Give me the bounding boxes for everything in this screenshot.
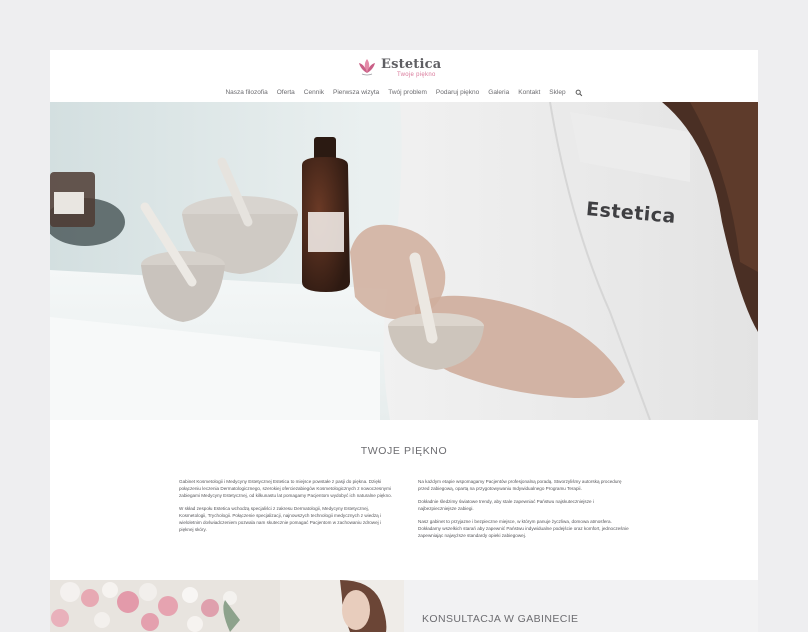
hero-image: Estetica <box>50 102 758 420</box>
paragraph: Na każdym etapie wspomagamy Pacjentów pr… <box>418 479 622 491</box>
page: Estetica Twoje piękno Nasza filozofia Of… <box>50 50 758 632</box>
nav-item-cennik[interactable]: Cennik <box>304 87 324 99</box>
nav-item-oferta[interactable]: Oferta <box>277 87 295 99</box>
paragraph: W skład zespołu Estetica wchodzą specjal… <box>179 506 381 532</box>
right-column-text: Na każdym etapie wspomagamy Pacjentów pr… <box>418 478 632 545</box>
site-header: Estetica Twoje piękno Nasza filozofia Of… <box>50 50 758 102</box>
flowers-woman-illustration <box>50 580 404 632</box>
nav-item-podaruj-piekno[interactable]: Podaruj piękno <box>436 87 479 99</box>
section-title: TWOJE PIĘKNO <box>360 445 448 457</box>
left-column-text: Gabinet Kosmetologii i Medycyny Estetycz… <box>179 478 393 539</box>
logo-name: Estetica <box>381 57 442 72</box>
nav-item-kontakt[interactable]: Kontakt <box>518 87 540 99</box>
consultation-photo <box>50 580 404 632</box>
nav-item-twoj-problem[interactable]: Twój problem <box>388 87 427 99</box>
hero-photo-illustration <box>50 102 758 420</box>
logo-tagline: Twoje piękno <box>397 72 436 78</box>
nav-item-filozofia[interactable]: Nasza filozofia <box>225 87 267 99</box>
nav-item-pierwsza-wizyta[interactable]: Pierwsza wizyta <box>333 87 379 99</box>
lotus-logo-icon <box>359 59 375 76</box>
search-icon[interactable] <box>575 89 583 97</box>
paragraph: Gabinet Kosmetologii i Medycyny Estetycz… <box>179 479 392 498</box>
main-nav: Nasza filozofia Oferta Cennik Pierwsza w… <box>50 87 758 99</box>
consultation-title: KONSULTACJA W GABINECIE <box>422 613 579 625</box>
paragraph: Dokładnie śledzimy światowe trendy, aby … <box>418 499 594 511</box>
logo[interactable]: Estetica Twoje piękno <box>356 56 456 80</box>
nav-item-galeria[interactable]: Galeria <box>488 87 509 99</box>
paragraph: Nasz gabinet to przyjazne i bezpieczne m… <box>418 519 629 538</box>
nav-item-sklep[interactable]: Sklep <box>549 87 565 99</box>
